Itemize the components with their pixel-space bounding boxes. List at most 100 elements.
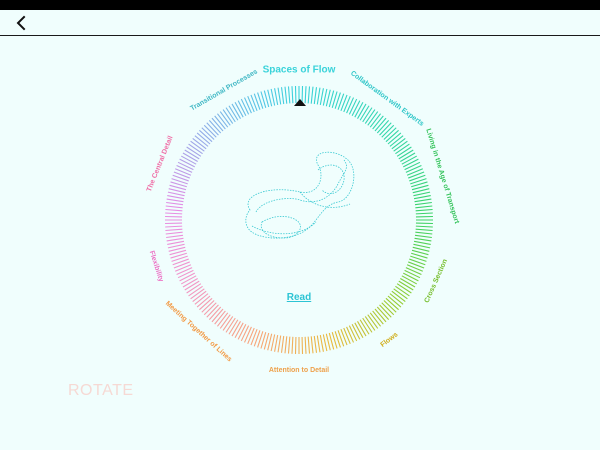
ring-tick — [240, 325, 250, 342]
ring-tick — [401, 275, 418, 285]
ring-tick — [351, 323, 361, 340]
ring-tick — [348, 325, 358, 342]
ring-tick — [402, 158, 419, 168]
ring-tick — [357, 103, 367, 119]
ring-tick — [415, 231, 433, 235]
ring-tick — [316, 335, 321, 353]
ring-tick — [413, 195, 431, 200]
ring-tick — [165, 205, 183, 209]
ring-tick — [404, 161, 421, 171]
ring-tick — [291, 336, 294, 354]
ring-tick — [237, 323, 247, 340]
ring-tick — [280, 87, 285, 105]
ring-tick — [274, 334, 279, 352]
section-label[interactable]: Living in the Age of Transport — [424, 128, 460, 225]
section-label[interactable]: Flows — [379, 331, 399, 349]
ring-tick — [167, 240, 185, 245]
ring-tick — [182, 278, 198, 288]
ring-tick — [406, 168, 424, 176]
ring-tick — [165, 225, 183, 228]
ring-tick — [274, 88, 279, 106]
color-ring[interactable] — [165, 86, 433, 354]
ring-tick — [284, 336, 288, 354]
ring-tick — [177, 161, 194, 171]
ring-tick — [404, 269, 421, 279]
ring-tick — [319, 334, 324, 352]
ring-tick — [414, 201, 432, 206]
ring-tick — [247, 95, 255, 113]
ring-tick — [413, 243, 431, 249]
ring-tick — [414, 237, 432, 242]
ring-tick — [179, 158, 196, 168]
ring-tick — [307, 336, 311, 354]
ring-tick — [413, 191, 431, 197]
ring-tick — [307, 86, 311, 104]
ring-tick — [234, 322, 244, 339]
ring-tick — [354, 322, 364, 339]
ring-tick — [165, 228, 183, 232]
ring-tick — [240, 98, 250, 115]
ring-tick — [405, 164, 422, 173]
ring-tick — [414, 198, 432, 203]
ring-tick — [166, 201, 184, 206]
ring-tick — [174, 168, 192, 176]
ring-tick — [348, 98, 358, 115]
ring-tick — [165, 212, 183, 215]
ring-tick — [415, 225, 433, 228]
ring-tick — [177, 269, 194, 279]
ring-tick — [166, 234, 184, 239]
ring-tick — [415, 205, 433, 209]
ring-tick — [250, 94, 258, 111]
ring-tick — [243, 326, 252, 343]
ring-tick — [319, 88, 324, 106]
ring-tick — [310, 336, 314, 354]
section-label[interactable]: Attention to Detail — [269, 367, 329, 374]
ring-tick — [231, 321, 241, 337]
section-label[interactable]: Spaces of Flow — [263, 65, 336, 76]
ring-tick — [180, 275, 197, 285]
ring-tick — [176, 267, 193, 276]
ring-tick — [250, 329, 258, 346]
ring-tick — [351, 100, 361, 117]
ring-tick — [408, 171, 425, 179]
ring-tick — [167, 195, 185, 200]
ring-tick — [291, 86, 294, 104]
ring-tick — [287, 336, 291, 354]
read-link[interactable]: Read — [287, 292, 311, 303]
ring-tick — [343, 327, 351, 345]
ring-tick — [343, 95, 351, 113]
ring-tick — [346, 326, 355, 343]
ring-tick — [179, 272, 196, 282]
ring-tick — [413, 240, 431, 245]
ring-tick — [304, 86, 307, 104]
ring-tick — [316, 87, 321, 105]
ring-tick — [167, 191, 185, 197]
ring-tick — [231, 103, 241, 119]
section-label[interactable]: Flexibility — [148, 250, 165, 283]
ring-tick — [408, 261, 425, 269]
ring-tick — [402, 272, 419, 282]
section-label[interactable]: The Central Detail — [146, 135, 175, 193]
ring-tick — [182, 152, 198, 162]
ring-tick — [304, 336, 307, 354]
ring-tick — [415, 208, 433, 212]
ring-tick — [237, 100, 247, 117]
ring-tick — [270, 88, 276, 106]
ring-tick — [165, 231, 183, 235]
section-label[interactable]: Cross Section — [424, 258, 450, 304]
ring-tick — [165, 208, 183, 212]
ring-tick — [401, 155, 418, 165]
ring-tick — [173, 171, 190, 179]
ring-tick — [166, 198, 184, 203]
ring-tick — [340, 329, 348, 346]
ring-tick — [277, 335, 282, 353]
ring-tick — [176, 164, 193, 173]
ring-tick — [167, 243, 185, 249]
ring-tick — [357, 321, 367, 337]
ring-tick — [287, 86, 291, 104]
ring-tick — [354, 101, 364, 118]
ring-tick — [234, 101, 244, 118]
ring-tick — [406, 264, 424, 272]
ring-tick — [284, 86, 288, 104]
ring-tick — [346, 97, 355, 114]
